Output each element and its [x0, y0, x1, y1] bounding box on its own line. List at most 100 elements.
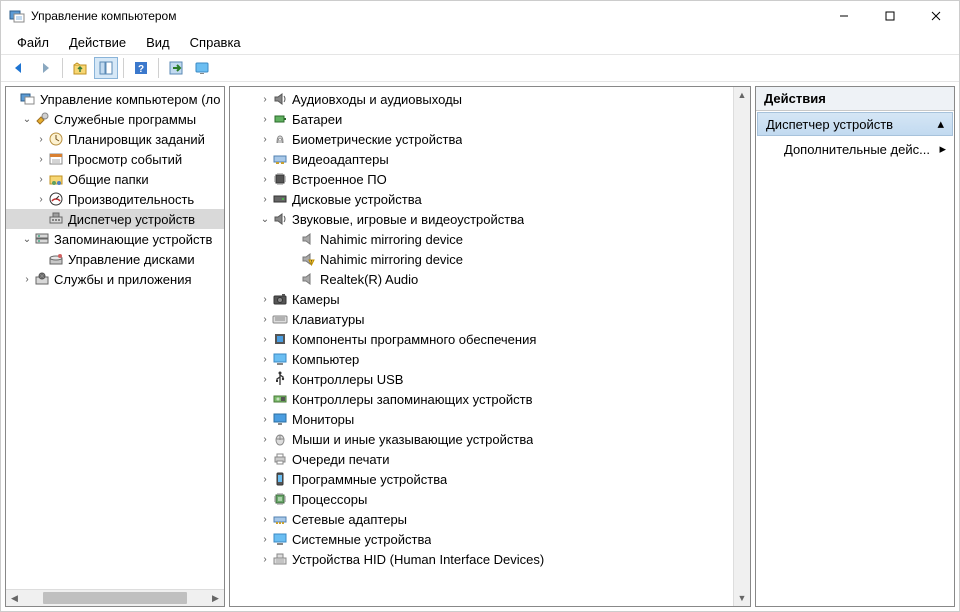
cat-computer[interactable]: ›Компьютер [230, 349, 733, 369]
expand-icon[interactable]: › [258, 474, 272, 485]
actions-pane: Действия Диспетчер устройств ▴ Дополните… [755, 86, 955, 607]
event-icon [48, 151, 64, 167]
expand-icon[interactable]: › [34, 154, 48, 165]
menu-file[interactable]: Файл [9, 33, 57, 52]
collapse-icon[interactable]: ⌄ [20, 114, 34, 125]
mouse-icon [272, 431, 288, 447]
up-folder-button[interactable] [68, 57, 92, 79]
expand-icon[interactable]: › [258, 114, 272, 125]
expand-icon[interactable]: › [34, 174, 48, 185]
tree-services-apps[interactable]: › Службы и приложения [6, 269, 224, 289]
expand-icon[interactable]: › [258, 434, 272, 445]
expand-icon[interactable]: › [258, 554, 272, 565]
expand-icon[interactable]: › [258, 334, 272, 345]
expand-icon[interactable]: › [258, 94, 272, 105]
cat-processors[interactable]: ›Процессоры [230, 489, 733, 509]
computer-icon [272, 351, 288, 367]
menu-view[interactable]: Вид [138, 33, 178, 52]
printer-icon [272, 451, 288, 467]
collapse-icon[interactable]: ⌄ [258, 214, 272, 225]
tree-disk-management[interactable]: Управление дисками [6, 249, 224, 269]
expand-icon[interactable]: › [258, 514, 272, 525]
back-button[interactable] [7, 57, 31, 79]
collapse-icon[interactable]: ⌄ [20, 234, 34, 245]
cat-network-adapters[interactable]: ›Сетевые адаптеры [230, 509, 733, 529]
expand-icon[interactable]: › [258, 494, 272, 505]
maximize-button[interactable] [867, 1, 913, 31]
cat-audio-io[interactable]: ›Аудиовходы и аудиовыходы [230, 89, 733, 109]
svg-text:?: ? [138, 64, 144, 75]
tree-device-manager[interactable]: Диспетчер устройств [6, 209, 224, 229]
menu-help[interactable]: Справка [182, 33, 249, 52]
expand-icon[interactable]: › [34, 134, 48, 145]
cat-system-devices[interactable]: ›Системные устройства [230, 529, 733, 549]
tree-performance[interactable]: › Производительность [6, 189, 224, 209]
expand-icon[interactable]: › [258, 374, 272, 385]
expand-icon[interactable]: › [258, 294, 272, 305]
cat-software-devices[interactable]: ›Программные устройства [230, 469, 733, 489]
toolbar-divider [123, 58, 124, 78]
cat-mice[interactable]: ›Мыши и иные указывающие устройства [230, 429, 733, 449]
firmware-icon [272, 171, 288, 187]
forward-button[interactable] [33, 57, 57, 79]
expand-icon[interactable]: › [258, 174, 272, 185]
cat-firmware[interactable]: ›Встроенное ПО [230, 169, 733, 189]
expand-icon[interactable]: › [20, 274, 34, 285]
expand-icon[interactable]: › [258, 134, 272, 145]
expand-icon[interactable]: › [258, 194, 272, 205]
expand-icon[interactable]: › [258, 314, 272, 325]
network-icon [272, 511, 288, 527]
expand-icon[interactable]: › [258, 454, 272, 465]
cat-software-components[interactable]: ›Компоненты программного обеспечения [230, 329, 733, 349]
properties-button[interactable] [164, 57, 188, 79]
cat-keyboards[interactable]: ›Клавиатуры [230, 309, 733, 329]
cat-sound[interactable]: ⌄Звуковые, игровые и видеоустройства [230, 209, 733, 229]
tree-event-viewer[interactable]: › Просмотр событий [6, 149, 224, 169]
cat-storage-controllers[interactable]: ›Контроллеры запоминающих устройств [230, 389, 733, 409]
cat-biometric[interactable]: ›Биометрические устройства [230, 129, 733, 149]
usb-icon [272, 371, 288, 387]
device-nahimic-2-warning[interactable]: !Nahimic mirroring device [230, 249, 733, 269]
device-nahimic-1[interactable]: Nahimic mirroring device [230, 229, 733, 249]
actions-header: Действия [756, 87, 954, 111]
expand-icon[interactable]: › [258, 394, 272, 405]
menu-action[interactable]: Действие [61, 33, 134, 52]
expand-icon[interactable]: › [258, 154, 272, 165]
storage-icon [34, 231, 50, 247]
cat-monitors[interactable]: ›Мониторы [230, 409, 733, 429]
tree-storage[interactable]: ⌄ Запоминающие устройств [6, 229, 224, 249]
minimize-button[interactable] [821, 1, 867, 31]
clock-icon [48, 131, 64, 147]
tree-task-scheduler[interactable]: › Планировщик заданий [6, 129, 224, 149]
cat-cameras[interactable]: ›Камеры [230, 289, 733, 309]
device-realtek-audio[interactable]: Realtek(R) Audio [230, 269, 733, 289]
help-button[interactable]: ? [129, 57, 153, 79]
actions-category[interactable]: Диспетчер устройств ▴ [757, 112, 953, 136]
monitor-icon [272, 411, 288, 427]
horizontal-scrollbar[interactable]: ◀▶ [6, 589, 224, 606]
expand-icon[interactable]: › [258, 534, 272, 545]
close-button[interactable] [913, 1, 959, 31]
toolbar-divider [158, 58, 159, 78]
expand-icon[interactable]: › [258, 354, 272, 365]
console-tree[interactable]: Управление компьютером (ло ⌄ Служебные п… [6, 87, 224, 589]
tree-root[interactable]: Управление компьютером (ло [6, 89, 224, 109]
expand-icon[interactable]: › [34, 194, 48, 205]
cat-hid[interactable]: ›Устройства HID (Human Interface Devices… [230, 549, 733, 569]
tree-shared-folders[interactable]: › Общие папки [6, 169, 224, 189]
tree-system-tools[interactable]: ⌄ Служебные программы [6, 109, 224, 129]
refresh-button[interactable] [190, 57, 214, 79]
sw-device-icon [272, 471, 288, 487]
show-hide-tree-button[interactable] [94, 57, 118, 79]
actions-more[interactable]: Дополнительные дейс... ▸ [756, 137, 954, 161]
speaker-warning-icon: ! [300, 251, 316, 267]
cat-usb-controllers[interactable]: ›Контроллеры USB [230, 369, 733, 389]
cat-batteries[interactable]: ›Батареи [230, 109, 733, 129]
cat-disk-drives[interactable]: ›Дисковые устройства [230, 189, 733, 209]
expand-icon[interactable]: › [258, 414, 272, 425]
device-tree[interactable]: ›Аудиовходы и аудиовыходы ›Батареи ›Биом… [230, 87, 733, 606]
cat-print-queues[interactable]: ›Очереди печати [230, 449, 733, 469]
cat-display-adapters[interactable]: ›Видеоадаптеры [230, 149, 733, 169]
chevron-right-icon: ▸ [939, 141, 946, 157]
vertical-scrollbar[interactable]: ▲▼ [733, 87, 750, 606]
